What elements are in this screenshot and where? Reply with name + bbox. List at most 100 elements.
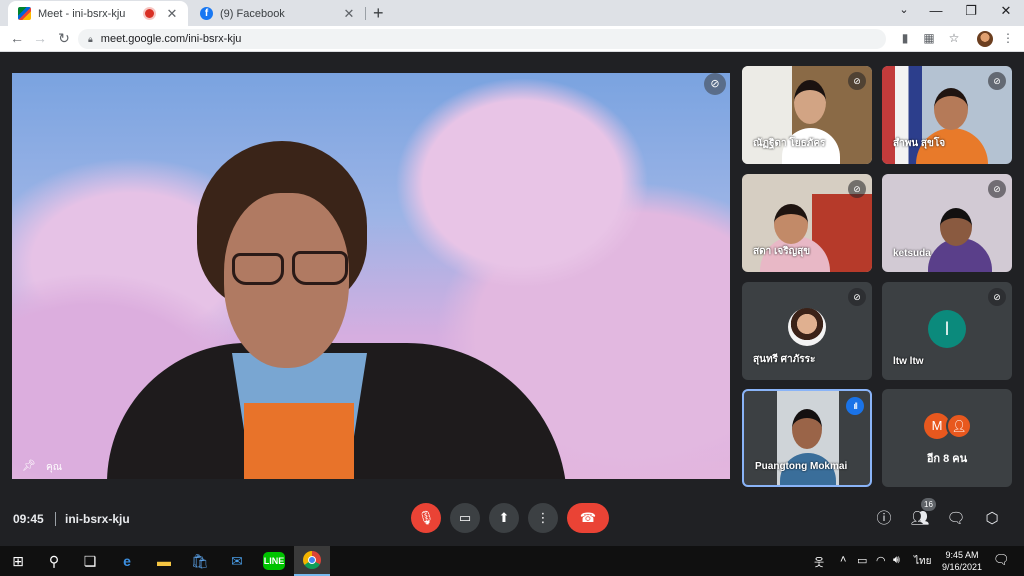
tab-title: (9) Facebook xyxy=(220,7,285,20)
present-screen-button[interactable]: ⬆︎ xyxy=(489,503,519,533)
mic-toggle-button[interactable]: 🎙︎ xyxy=(411,503,441,533)
glasses-left-lens xyxy=(232,253,284,285)
hangup-phone-icon: ☎︎ xyxy=(579,510,597,525)
url-text: meet.google.com/ini-bsrx-kju xyxy=(100,33,242,45)
profile-avatar[interactable] xyxy=(977,31,993,47)
windows-start-icon[interactable]: ⊞ xyxy=(7,550,29,572)
battery-icon[interactable]: ▭ xyxy=(857,554,867,567)
more-participants-tile[interactable]: M 👤︎ อีก 8 คน xyxy=(882,389,1012,487)
participant-avatar: l xyxy=(928,310,966,348)
participant-tile[interactable]: ⊘ สุนทรี ศาภัรระ xyxy=(742,282,872,380)
store-icon[interactable]: 🛍︎ xyxy=(189,550,211,572)
show-hidden-icons[interactable]: ˄ xyxy=(840,554,846,566)
taskbar-date: 9/16/2021 xyxy=(941,562,983,572)
url-bar[interactable]: 🔒︎ meet.google.com/ini-bsrx-kju xyxy=(78,29,886,49)
file-explorer-icon[interactable]: ▬ xyxy=(153,550,175,572)
chrome-taskbar-active[interactable] xyxy=(294,546,330,576)
mic-off-icon: ⊘ xyxy=(848,180,866,198)
mic-off-icon: ⊘ xyxy=(704,73,726,95)
activities-button[interactable]: ⬡ xyxy=(981,508,1003,530)
tile-person-head xyxy=(792,409,822,449)
main-video-tile[interactable]: ⊘ 📌︎ คุณ xyxy=(12,73,730,479)
tab-search-icon[interactable]: ⌄ xyxy=(894,3,914,16)
volume-icon[interactable]: 🔊︎ xyxy=(893,554,900,567)
leave-call-button[interactable]: ☎︎ xyxy=(567,503,609,533)
task-view-icon[interactable]: ❏ xyxy=(79,550,101,572)
search-icon[interactable]: ⚲ xyxy=(43,550,65,572)
close-tab-icon[interactable]: ✕ xyxy=(164,6,180,22)
chat-button[interactable]: 🗨︎ xyxy=(945,508,967,530)
participant-tile[interactable]: ⊘ ketsuda xyxy=(882,174,1012,272)
bookmark-star-icon[interactable]: ☆ xyxy=(946,31,962,45)
restore-icon[interactable]: ❐ xyxy=(961,3,981,19)
taskbar-time: 9:45 AM xyxy=(945,550,979,560)
minimize-icon[interactable]: — xyxy=(926,3,946,18)
browser-tab-strip: Meet - ini-bsrx-kju ✕ f (9) Facebook ✕ +… xyxy=(0,0,1024,26)
recording-indicator-icon xyxy=(145,9,154,18)
present-icon: ⬆︎ xyxy=(498,510,510,525)
tile-person-head xyxy=(940,208,972,246)
mic-off-icon: ⊘ xyxy=(848,72,866,90)
participant-name: Puangtong Mokmai xyxy=(755,461,848,472)
divider xyxy=(55,512,56,526)
participant-name: สดา เจริญสุข xyxy=(753,246,811,257)
reload-icon[interactable]: ↻ xyxy=(55,30,73,47)
participant-tile[interactable]: ⊘ ณัฏฐิดา โยธภัคร xyxy=(742,66,872,164)
windows-taskbar: ⊞ ⚲ ❏ e ▬ 🛍︎ ✉ LINE 웃 ˄ ▭ ◠ 🔊︎ ไทย 9:45 … xyxy=(0,546,1024,576)
people-button[interactable]: 👥︎ xyxy=(909,508,931,530)
pin-icon[interactable]: 📌︎ xyxy=(22,459,36,472)
taskbar-clock[interactable]: 9:45 AM 9/16/2021 xyxy=(940,549,984,573)
lock-icon: 🔒︎ xyxy=(88,33,93,44)
mic-off-icon: ⊘ xyxy=(848,288,866,306)
participant-avatar xyxy=(788,308,826,346)
meet-stage: ⊘ 📌︎ คุณ ⊘ ณัฏฐิดา โยธภัคร ⊘ สำพน สุขโจ … xyxy=(0,53,1024,549)
tab-title: Meet - ini-bsrx-kju xyxy=(38,7,126,20)
participant-tile-speaking[interactable]: ıll Puangtong Mokmai xyxy=(742,389,872,487)
person-icon: 👤︎ xyxy=(946,413,972,439)
participant-name: ณัฏฐิดา โยธภัคร xyxy=(753,138,826,149)
google-meet-icon xyxy=(18,7,31,20)
more-vert-icon: ⋮ xyxy=(536,510,550,525)
forward-arrow-icon[interactable]: → xyxy=(31,30,49,46)
participant-tile[interactable]: ⊘ สำพน สุขโจ xyxy=(882,66,1012,164)
more-participants-avatars: M 👤︎ xyxy=(924,413,974,439)
self-name-label: คุณ xyxy=(46,462,62,473)
chat-icon: 🗨︎ xyxy=(946,510,966,527)
participant-tile[interactable]: ⊘ สดา เจริญสุข xyxy=(742,174,872,272)
menu-kebab-icon[interactable]: ⋮ xyxy=(1000,31,1016,45)
meeting-details-button[interactable]: ⓘ xyxy=(873,508,895,530)
participant-name: ketsuda xyxy=(893,248,931,259)
participant-name: สุนทรี ศาภัรระ xyxy=(753,354,816,365)
participant-name: สำพน สุขโจ xyxy=(893,138,946,149)
input-language[interactable]: ไทย xyxy=(914,554,931,569)
more-options-button[interactable]: ⋮ xyxy=(528,503,558,533)
close-window-icon[interactable]: ✕ xyxy=(996,3,1016,19)
mail-icon[interactable]: ✉ xyxy=(226,550,248,572)
camera-icon: ▭ xyxy=(458,510,472,525)
new-tab-button[interactable]: + xyxy=(373,3,384,24)
tab-facebook[interactable]: f (9) Facebook ✕ xyxy=(190,1,365,26)
back-arrow-icon[interactable]: ← xyxy=(8,30,26,46)
meeting-controls-bar: 09:45 ini-bsrx-kju 🎙︎ ▭ ⬆︎ ⋮ ☎︎ ⓘ 👥︎ 16 … xyxy=(0,493,1024,549)
camera-toggle-button[interactable]: ▭ xyxy=(450,503,480,533)
participant-count-badge: 16 xyxy=(921,498,936,511)
video-person-shirt xyxy=(244,403,354,479)
wifi-icon[interactable]: ◠ xyxy=(876,554,886,567)
participant-tile[interactable]: l ⊘ ltw ltw xyxy=(882,282,1012,380)
facebook-icon: f xyxy=(200,7,213,20)
people-tray-icon[interactable]: 웃 xyxy=(814,554,824,570)
mic-off-icon: 🎙︎ xyxy=(417,510,435,525)
mic-off-icon: ⊘ xyxy=(988,288,1006,306)
tab-meet[interactable]: Meet - ini-bsrx-kju ✕ xyxy=(8,1,188,26)
mic-off-icon: ⊘ xyxy=(988,180,1006,198)
notification-icon[interactable]: 🗨︎ xyxy=(993,552,1010,568)
qr-code-icon[interactable]: ▦ xyxy=(921,31,937,45)
line-app-icon[interactable]: LINE xyxy=(263,552,285,570)
edge-icon[interactable]: e xyxy=(116,550,138,572)
camera-in-use-icon[interactable]: ▮ xyxy=(897,31,913,45)
people-icon: 👥︎ xyxy=(910,510,930,527)
glasses-right-lens xyxy=(292,251,348,285)
activities-icon: ⬡ xyxy=(985,510,999,527)
close-tab-icon[interactable]: ✕ xyxy=(341,6,357,22)
tile-person-head xyxy=(794,80,826,124)
